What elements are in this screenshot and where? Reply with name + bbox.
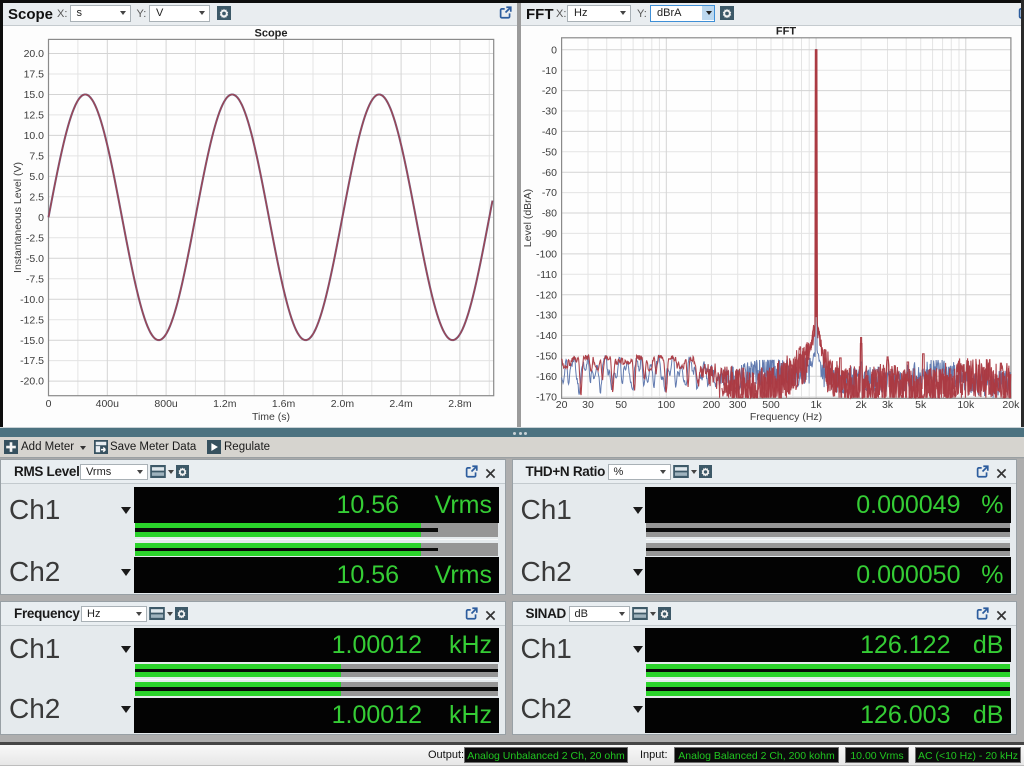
- svg-text:-17.5: -17.5: [20, 355, 44, 367]
- svg-text:-10.0: -10.0: [20, 294, 44, 306]
- svg-text:Instantaneous Level (V): Instantaneous Level (V): [12, 162, 24, 273]
- svg-text:Level (dBrA): Level (dBrA): [522, 189, 534, 247]
- svg-text:-50: -50: [542, 146, 557, 158]
- svg-text:-170: -170: [536, 391, 557, 403]
- svg-text:-10: -10: [542, 65, 557, 77]
- svg-text:-40: -40: [542, 126, 557, 138]
- svg-text:2.4m: 2.4m: [389, 398, 413, 410]
- svg-text:-90: -90: [542, 228, 557, 240]
- svg-text:-12.5: -12.5: [20, 314, 44, 326]
- svg-text:2.0m: 2.0m: [331, 398, 355, 410]
- svg-text:-15.0: -15.0: [20, 335, 44, 347]
- svg-text:-2.5: -2.5: [26, 232, 44, 244]
- svg-text:2.8m: 2.8m: [448, 398, 472, 410]
- svg-text:-30: -30: [542, 106, 557, 118]
- svg-text:-80: -80: [542, 208, 557, 220]
- svg-text:FFT: FFT: [776, 26, 796, 38]
- svg-text:5.0: 5.0: [29, 171, 44, 183]
- svg-text:10.0: 10.0: [24, 130, 45, 142]
- svg-text:20: 20: [556, 399, 568, 411]
- svg-text:0: 0: [46, 398, 52, 410]
- svg-text:2.5: 2.5: [29, 191, 44, 203]
- svg-text:-7.5: -7.5: [26, 273, 44, 285]
- svg-text:30: 30: [582, 399, 594, 411]
- svg-text:Frequency (Hz): Frequency (Hz): [750, 411, 822, 423]
- svg-text:400u: 400u: [96, 398, 120, 410]
- svg-text:-20: -20: [542, 85, 557, 97]
- svg-text:-110: -110: [537, 269, 557, 281]
- svg-text:-150: -150: [536, 351, 557, 363]
- svg-text:Scope: Scope: [254, 28, 287, 40]
- svg-text:-100: -100: [536, 249, 557, 261]
- svg-text:-160: -160: [536, 371, 557, 383]
- svg-text:100: 100: [658, 399, 676, 411]
- svg-text:-20.0: -20.0: [20, 376, 44, 388]
- svg-text:1k: 1k: [811, 399, 823, 411]
- svg-text:20k: 20k: [1002, 399, 1020, 411]
- svg-text:7.5: 7.5: [29, 151, 44, 163]
- svg-text:0: 0: [38, 212, 44, 224]
- svg-text:50: 50: [615, 399, 627, 411]
- svg-text:-140: -140: [536, 330, 557, 342]
- svg-text:1.6m: 1.6m: [272, 398, 296, 410]
- svg-text:200: 200: [703, 399, 721, 411]
- svg-text:-5.0: -5.0: [26, 253, 44, 265]
- svg-text:10k: 10k: [957, 399, 975, 411]
- svg-text:1.2m: 1.2m: [213, 398, 237, 410]
- svg-text:800u: 800u: [154, 398, 178, 410]
- svg-text:500: 500: [762, 399, 780, 411]
- svg-text:300: 300: [729, 399, 747, 411]
- svg-text:-70: -70: [542, 187, 557, 199]
- svg-text:17.5: 17.5: [24, 69, 45, 81]
- svg-text:2k: 2k: [856, 399, 868, 411]
- svg-text:12.5: 12.5: [24, 110, 45, 122]
- svg-text:0: 0: [551, 44, 557, 56]
- svg-text:3k: 3k: [882, 399, 894, 411]
- svg-text:-130: -130: [536, 310, 557, 322]
- svg-text:Time (s): Time (s): [252, 411, 290, 423]
- svg-text:-120: -120: [536, 289, 557, 301]
- svg-text:15.0: 15.0: [24, 89, 45, 101]
- svg-text:20.0: 20.0: [24, 48, 45, 60]
- svg-text:5k: 5k: [915, 399, 927, 411]
- svg-text:-60: -60: [542, 167, 557, 179]
